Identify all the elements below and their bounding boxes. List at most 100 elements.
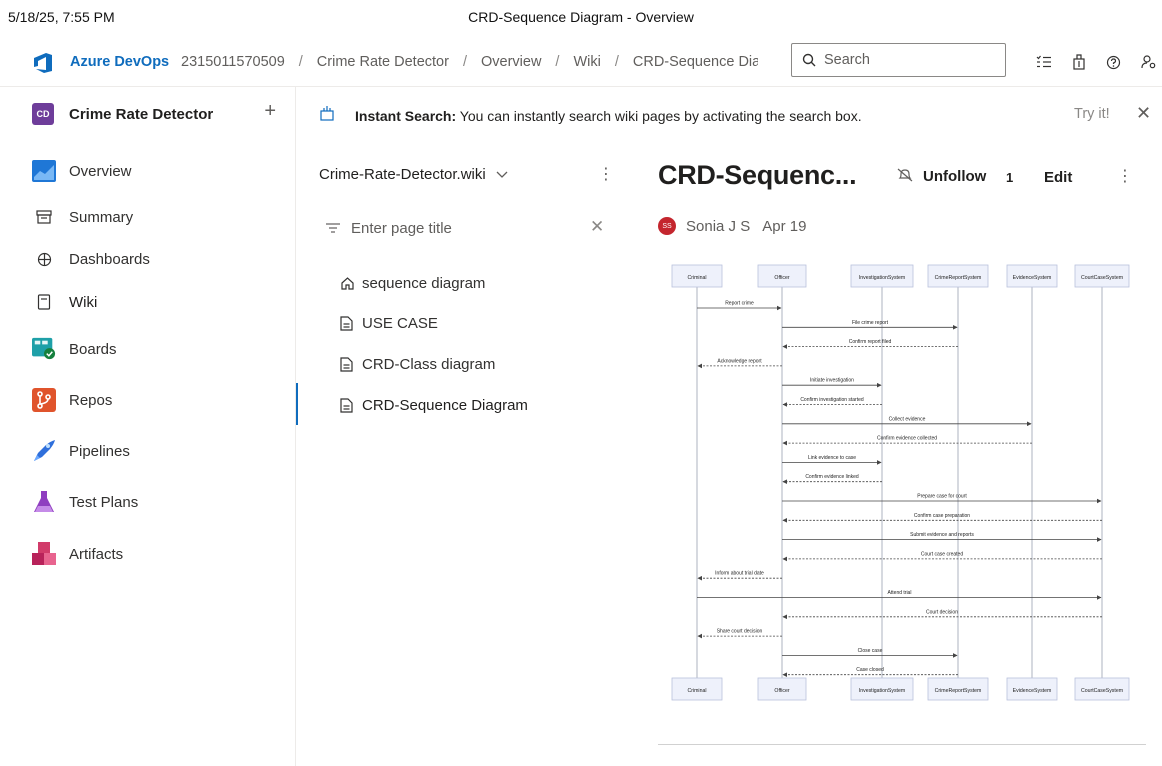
message-label: Confirm evidence linked [805, 474, 859, 480]
marketplace-bag-icon[interactable] [1061, 52, 1096, 72]
breadcrumb-wiki[interactable]: Wiki [573, 54, 600, 70]
sparkle-icon [319, 105, 335, 126]
message-label: Report crime [725, 301, 754, 307]
participant-label-top: InvestigationSystem [859, 275, 905, 281]
participant-label-top: CrimeReportSystem [935, 275, 982, 281]
edit-button[interactable]: Edit [1044, 169, 1072, 186]
search-box[interactable] [791, 43, 1006, 77]
bell-off-icon [897, 168, 913, 185]
breadcrumb-separator: / [614, 54, 619, 70]
add-project-button[interactable]: + [264, 100, 276, 123]
banner-text: Instant Search: You can instantly search… [355, 108, 862, 124]
breadcrumb-separator: / [298, 54, 303, 70]
banner-title: Instant Search: [355, 108, 457, 124]
tree-item-label: CRD-Sequence Diagram [362, 396, 528, 414]
breadcrumb-page[interactable]: CRD-Sequence Diagram [633, 54, 758, 70]
nav-label: Pipelines [69, 442, 130, 460]
page-filter: ✕ [326, 215, 606, 241]
message-label: Initiate investigation [810, 378, 854, 384]
nav-item-pipelines[interactable]: Pipelines [32, 437, 292, 465]
left-navigation: CD Crime Rate Detector + Overview Summar… [0, 87, 296, 766]
project-switcher[interactable]: CD Crime Rate Detector + [32, 100, 282, 126]
wiki-icon [32, 290, 56, 314]
tree-item-class-diagram[interactable]: CRD-Class diagram [340, 353, 495, 375]
tree-item-sequence-diagram-page[interactable]: CRD-Sequence Diagram [340, 394, 528, 416]
follower-count: 1 [1006, 170, 1014, 185]
tree-item-use-case[interactable]: USE CASE [340, 312, 438, 334]
message-label: Court decision [926, 609, 958, 615]
message-label: Prepare case for court [917, 494, 967, 500]
home-icon [340, 276, 356, 291]
participant-label-top: EvidenceSystem [1013, 275, 1052, 281]
help-icon[interactable] [1096, 52, 1131, 72]
page-title-filter-input[interactable] [351, 219, 581, 237]
print-title: CRD-Sequence Diagram - Overview [468, 9, 694, 25]
nav-label: Dashboards [69, 250, 150, 268]
banner-message: You can instantly search wiki pages by a… [456, 108, 862, 124]
work-items-list-icon[interactable] [1026, 52, 1061, 72]
brand-link[interactable]: Azure DevOps [70, 54, 169, 70]
repos-icon [32, 388, 56, 412]
participant-label-bottom: Criminal [687, 688, 706, 694]
page-author-info: SS Sonia J S Apr 19 [658, 217, 806, 235]
page-icon [340, 397, 356, 413]
breadcrumb: 2315011570509 / Crime Rate Detector / Ov… [181, 54, 758, 70]
nav-item-boards[interactable]: Boards [32, 335, 292, 363]
sequence-diagram-image: Criminal Criminal Officer Officer Investigat… [671, 264, 1130, 701]
message-label: Inform about trial date [715, 571, 764, 577]
wiki-more-options-icon[interactable]: ⋮ [598, 164, 614, 184]
selected-page-indicator [296, 383, 298, 425]
project-avatar: CD [32, 103, 54, 125]
breadcrumb-overview[interactable]: Overview [481, 54, 541, 70]
clear-filter-icon[interactable]: ✕ [590, 217, 604, 237]
participant-label-top: Officer [774, 275, 789, 281]
breadcrumb-project[interactable]: Crime Rate Detector [317, 54, 449, 70]
search-input[interactable] [824, 52, 994, 68]
nav-label: Summary [69, 208, 134, 226]
participant-label-bottom: CourtCaseSystem [1081, 688, 1123, 694]
participant-label-bottom: CrimeReportSystem [935, 688, 982, 694]
page-title: CRD-Sequenc... [658, 160, 857, 190]
azure-devops-logo-icon[interactable] [32, 52, 56, 74]
message-label: Close case [858, 648, 883, 654]
breadcrumb-org[interactable]: 2315011570509 [181, 54, 285, 70]
page-date: Apr 19 [762, 217, 807, 235]
boards-icon [32, 337, 56, 361]
project-name[interactable]: Crime Rate Detector [69, 106, 213, 123]
nav-item-overview[interactable]: Overview [32, 157, 292, 185]
participant-label-top: Criminal [687, 275, 706, 281]
message-label: Confirm investigation started [800, 397, 864, 403]
unfollow-button[interactable]: Unfollow [897, 168, 986, 185]
filter-icon [326, 220, 344, 237]
message-label: Confirm evidence collected [877, 436, 937, 442]
avatar: SS [658, 217, 676, 235]
message-label: Confirm report filed [849, 339, 892, 345]
nav-item-test-plans[interactable]: Test Plans [32, 488, 292, 516]
nav-item-dashboards[interactable]: Dashboards [32, 245, 292, 273]
tree-item-sequence-diagram[interactable]: sequence diagram [340, 272, 485, 294]
chevron-down-icon [496, 167, 508, 182]
wiki-name: Crime-Rate-Detector.wiki [319, 166, 486, 183]
tree-item-label: USE CASE [362, 314, 438, 332]
message-label: Court case created [921, 551, 963, 557]
wiki-selector[interactable]: Crime-Rate-Detector.wiki [319, 166, 508, 183]
page-more-options-icon[interactable]: ⋮ [1117, 166, 1133, 186]
author-name[interactable]: Sonia J S [686, 218, 750, 235]
close-icon[interactable]: ✕ [1136, 103, 1151, 124]
nav-item-artifacts[interactable]: Artifacts [32, 540, 292, 568]
try-it-link[interactable]: Try it! [1074, 106, 1110, 122]
nav-item-summary[interactable]: Summary [32, 203, 292, 231]
nav-item-repos[interactable]: Repos [32, 386, 292, 414]
artifacts-icon [32, 542, 56, 566]
nav-label: Overview [69, 162, 132, 180]
participant-label-bottom: Officer [774, 688, 789, 694]
message-label: Link evidence to case [808, 455, 856, 461]
summary-icon [32, 205, 56, 229]
message-label: Acknowledge report [717, 358, 762, 364]
participant-label-bottom: EvidenceSystem [1013, 688, 1052, 694]
message-label: File crime report [852, 320, 889, 326]
user-settings-icon[interactable] [1131, 52, 1162, 72]
message-label: Collect evidence [889, 416, 926, 422]
message-label: Case closed [856, 667, 884, 673]
nav-item-wiki[interactable]: Wiki [32, 288, 292, 316]
